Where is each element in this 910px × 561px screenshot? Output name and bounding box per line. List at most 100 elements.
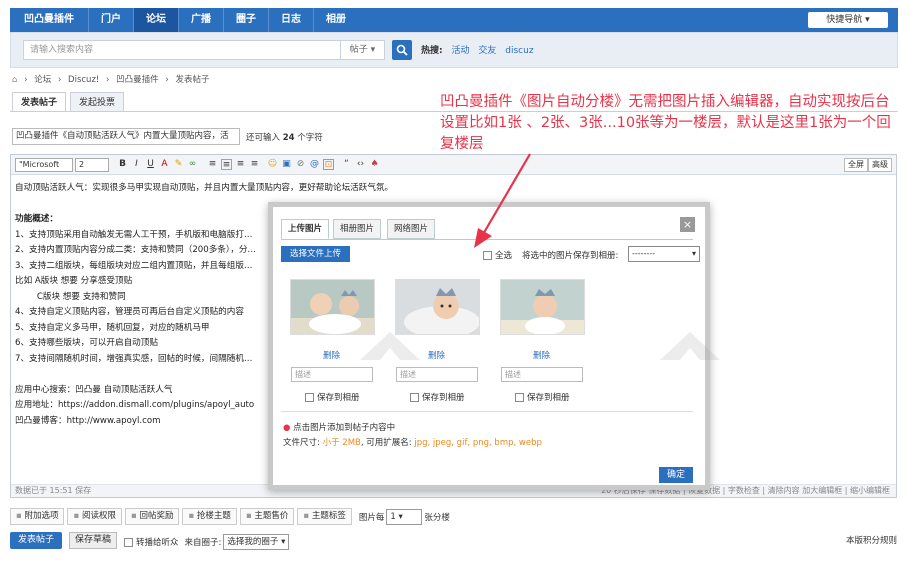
select-all[interactable]: 全选 将选中的图片保存到相册: bbox=[483, 249, 618, 261]
uploaded-photo[interactable] bbox=[290, 279, 375, 335]
font-size-select[interactable]: 2 bbox=[75, 158, 109, 172]
uploaded-photo[interactable] bbox=[500, 279, 585, 335]
credit-rules-link[interactable]: 本版积分规则 bbox=[846, 534, 897, 546]
option-reply-reward[interactable]: 回帖奖励 bbox=[124, 508, 180, 525]
breadcrumb-item: 发表帖子 bbox=[175, 75, 210, 85]
file-size-value: 小于 2MB bbox=[322, 438, 361, 448]
align-left-icon[interactable]: ≡ bbox=[207, 159, 218, 170]
plugin-icon[interactable]: ♠ bbox=[369, 159, 380, 170]
hot-search-item[interactable]: discuz bbox=[505, 46, 533, 56]
option-read-permission[interactable]: 阅读权限 bbox=[67, 508, 122, 525]
align-center-icon[interactable]: ≡ bbox=[221, 159, 232, 170]
photo-description-input[interactable]: 描述 bbox=[501, 367, 583, 382]
save-to-album-checkbox[interactable] bbox=[515, 393, 524, 402]
nav-item-portal[interactable]: 门户 bbox=[88, 8, 133, 32]
quote-icon[interactable]: “ bbox=[341, 159, 352, 170]
save-to-album-label: 将选中的图片保存到相册: bbox=[522, 251, 619, 261]
image-icon[interactable]: ▣ bbox=[281, 159, 292, 170]
nav-item-album[interactable]: 相册 bbox=[313, 8, 358, 32]
tab-new-poll[interactable]: 发起投票 bbox=[70, 92, 125, 112]
font-family-select[interactable]: "Microsoft bbox=[15, 158, 73, 172]
option-floor-grab[interactable]: 抢楼主题 bbox=[182, 508, 237, 525]
select-file-upload-button[interactable]: 选择文件上传 bbox=[281, 246, 351, 262]
annotation-arrow-icon bbox=[474, 153, 531, 248]
tab-web-image[interactable]: 网络图片 bbox=[387, 219, 436, 239]
breadcrumb-item[interactable]: Discuz! bbox=[68, 75, 99, 85]
font-color-icon[interactable]: A bbox=[159, 159, 170, 170]
breadcrumb-sep: › bbox=[165, 75, 169, 85]
option-price[interactable]: 主题售价 bbox=[239, 508, 295, 525]
save-to-album-option[interactable]: 保存到相册 bbox=[305, 391, 360, 403]
file-ext-value: jpg, jpeg, gif, png, bmp, webp bbox=[414, 438, 542, 448]
save-draft-button[interactable]: 保存草稿 bbox=[69, 532, 118, 549]
per-image-value: 1 bbox=[390, 511, 396, 522]
album-select[interactable]: -------- ▾ bbox=[628, 246, 700, 262]
circle-select[interactable]: 选择我的圈子 ▾ bbox=[223, 534, 290, 550]
hot-search-label: 热搜: bbox=[421, 46, 443, 56]
close-icon[interactable]: × bbox=[680, 217, 695, 232]
photo-description-input[interactable]: 描述 bbox=[396, 367, 478, 382]
submit-post-button[interactable]: 发表帖子 bbox=[10, 532, 63, 549]
breadcrumb-item[interactable]: 论坛 bbox=[34, 75, 51, 85]
uploaded-photo[interactable] bbox=[395, 279, 480, 335]
option-tags[interactable]: 主题标签 bbox=[297, 508, 352, 525]
bold-icon[interactable]: B bbox=[117, 159, 128, 170]
justify-icon[interactable]: ≡ bbox=[249, 159, 260, 170]
breadcrumb-sep: › bbox=[57, 75, 62, 85]
tab-upload-image[interactable]: 上传图片 bbox=[281, 219, 330, 239]
breadcrumb-sep: › bbox=[106, 75, 110, 85]
from-circle-label: 来自圈子: bbox=[184, 538, 222, 548]
subject-input[interactable]: 凹凸曼插件《自动顶贴活跃人气》内置大量顶贴内容，活 bbox=[12, 128, 240, 145]
insert-icon[interactable]: ⊡ bbox=[323, 159, 334, 170]
fullscreen-button[interactable]: 全屏 bbox=[844, 158, 868, 172]
home-icon[interactable]: ⌂ bbox=[12, 75, 17, 85]
tab-new-post[interactable]: 发表帖子 bbox=[12, 92, 67, 112]
save-to-album-checkbox[interactable] bbox=[305, 393, 314, 402]
confirm-button[interactable]: 确定 bbox=[658, 467, 693, 483]
nav-item-blog[interactable]: 日志 bbox=[268, 8, 313, 32]
tab-album-image[interactable]: 相册图片 bbox=[333, 219, 382, 239]
broadcast-checkbox[interactable] bbox=[124, 537, 133, 547]
search-icon bbox=[396, 44, 408, 56]
attachment-icon[interactable]: ⊘ bbox=[295, 159, 306, 170]
autosave-status: 数据已于 15:51 保存 bbox=[15, 486, 92, 495]
search-button[interactable] bbox=[392, 40, 412, 60]
select-all-checkbox[interactable] bbox=[483, 251, 492, 260]
nav-item-forum[interactable]: 论坛 bbox=[133, 8, 178, 32]
delete-photo-link[interactable]: 删除 bbox=[533, 349, 550, 361]
italic-icon[interactable]: I bbox=[131, 159, 142, 170]
advanced-button[interactable]: 高级 bbox=[868, 158, 892, 172]
search-type-select[interactable]: 帖子 ▾ bbox=[341, 40, 385, 60]
delete-photo-link[interactable]: 删除 bbox=[428, 349, 445, 361]
nav-item-circle[interactable]: 圈子 bbox=[223, 8, 268, 32]
bottom-options: 转播给听众 来自圈子: 选择我的圈子 ▾ bbox=[124, 534, 290, 550]
at-icon[interactable]: @ bbox=[309, 159, 320, 170]
bell-icon: ● bbox=[283, 423, 291, 433]
album-select-value: -------- bbox=[632, 249, 656, 258]
highlight-icon[interactable]: ✎ bbox=[173, 159, 184, 170]
save-to-album-option[interactable]: 保存到相册 bbox=[410, 391, 465, 403]
save-to-album-checkbox[interactable] bbox=[410, 393, 419, 402]
underline-icon[interactable]: U bbox=[145, 159, 156, 170]
nav-item-broadcast[interactable]: 广播 bbox=[178, 8, 223, 32]
search-input[interactable]: 请输入搜索内容 bbox=[23, 40, 341, 60]
char-hint-pre: 还可输入 bbox=[246, 133, 281, 143]
option-extra[interactable]: 附加选项 bbox=[10, 508, 65, 525]
per-image-select[interactable]: 1 ▾ bbox=[386, 508, 423, 525]
code-icon[interactable]: ‹› bbox=[355, 159, 366, 170]
hot-search-item[interactable]: 活动 bbox=[451, 46, 469, 56]
save-to-album-option[interactable]: 保存到相册 bbox=[515, 391, 570, 403]
link-icon[interactable]: ∞ bbox=[187, 159, 198, 170]
per-image-suffix: 张分楼 bbox=[424, 512, 450, 523]
emoji-icon[interactable]: ☺ bbox=[267, 159, 278, 170]
align-right-icon[interactable]: ≡ bbox=[235, 159, 246, 170]
watermark-logo bbox=[360, 332, 420, 360]
broadcast-label: 转播给听众 bbox=[136, 538, 179, 548]
per-image-label: 图片每 bbox=[358, 512, 385, 523]
quick-nav-button[interactable]: 快捷导航 ▾ bbox=[808, 12, 888, 28]
nav-brand[interactable]: 凹凸曼插件 bbox=[10, 8, 88, 32]
hot-search-item[interactable]: 交友 bbox=[478, 46, 496, 56]
photo-description-input[interactable]: 描述 bbox=[291, 367, 373, 382]
delete-photo-link[interactable]: 删除 bbox=[323, 349, 340, 361]
breadcrumb-item[interactable]: 凹凸曼插件 bbox=[116, 75, 159, 85]
